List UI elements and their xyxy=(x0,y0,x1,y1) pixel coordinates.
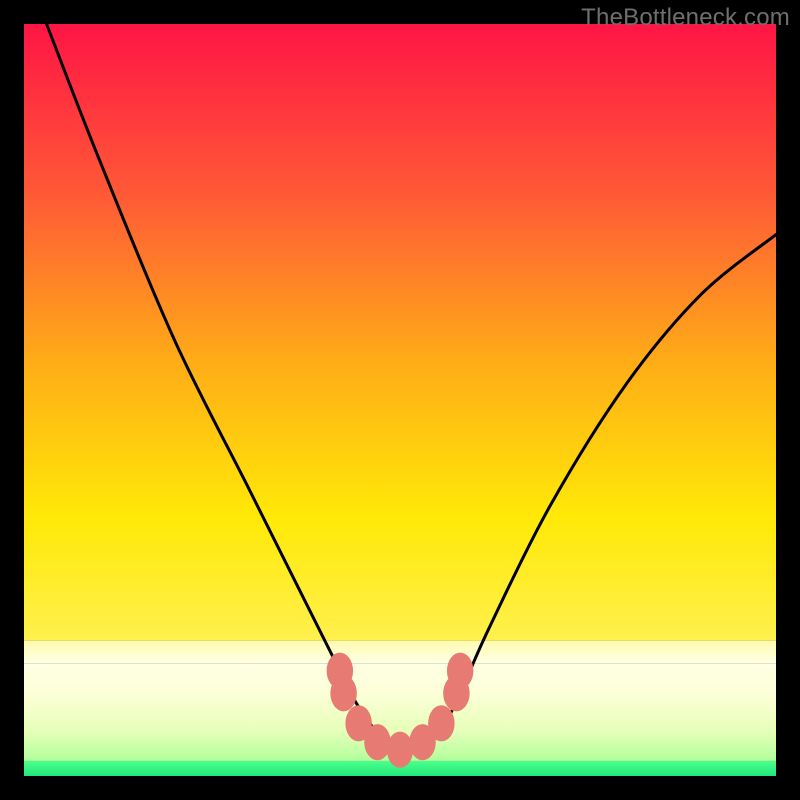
bottleneck-chart xyxy=(24,24,776,776)
watermark-text: TheBottleneck.com xyxy=(581,4,790,32)
chart-frame: TheBottleneck.com xyxy=(0,0,800,800)
